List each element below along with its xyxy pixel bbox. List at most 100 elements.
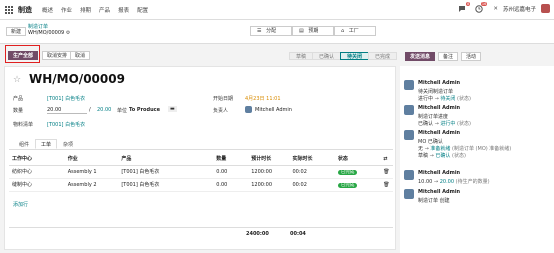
stage-confirmed[interactable]: 已确认	[312, 52, 342, 60]
send-message-button[interactable]: 发送消息	[405, 52, 436, 61]
message-author[interactable]: Mitchell Admin	[418, 189, 460, 195]
company-name[interactable]: 苏州远嘉电子	[503, 5, 536, 13]
activity-button[interactable]: 活动	[461, 52, 482, 61]
tab-components[interactable]: 组件	[13, 139, 35, 149]
table-row[interactable]: 纺织中心 Assembly 1 [T001] 白色毛衣 0.00 1200:00…	[9, 165, 393, 179]
total-expected: 2400:00	[246, 231, 269, 237]
workorder-table: 工作中心 作业 产品 数量 预计时长 实际时长 状态 ⇄ 纺织中心 Assemb…	[9, 153, 393, 192]
col-status[interactable]: 状态	[334, 153, 381, 166]
col-workcenter[interactable]: 工作中心	[9, 153, 65, 166]
arrow-right-icon: →	[433, 179, 439, 185]
trash-icon[interactable]: 🗑	[380, 165, 393, 179]
arrow-right-icon: →	[434, 121, 439, 127]
menu-item-configuration[interactable]: 配置	[137, 6, 148, 14]
menu-item-overview[interactable]: 概述	[42, 6, 53, 14]
gear-icon[interactable]: ⚙	[66, 30, 70, 36]
new-value: 待关闭	[440, 96, 456, 102]
messages-icon[interactable]: 8	[458, 1, 471, 13]
top-navbar: 制造 概述 作业 排期 产品 报表 配置 8 16 ✕ 苏州远嘉电子	[0, 0, 554, 20]
col-expected-duration[interactable]: 预计时长	[248, 153, 290, 166]
expected-smart-button[interactable]: ▤ 预期	[292, 26, 334, 36]
col-quantity[interactable]: 数量	[213, 153, 249, 166]
breadcrumb-current: WH/MO/00009 ⚙	[28, 30, 70, 36]
tracking-value: 无 → 准备就绪 (制造订单 (MO) 准备就绪)	[418, 145, 511, 152]
produce-icon[interactable]: ▬	[168, 106, 177, 112]
app-name[interactable]: 制造	[18, 5, 32, 15]
new-value: 20.00	[439, 179, 455, 185]
start-date-label: 开始日期	[213, 96, 234, 102]
tab-misc[interactable]: 杂项	[57, 139, 79, 149]
message-body: 制造订单 创建	[418, 198, 450, 204]
message-author[interactable]: Mitchell Admin	[418, 80, 460, 86]
table-row[interactable]: 缝制中心 Assembly 2 [T001] 白色毛衣 0.00 1200:00…	[9, 178, 393, 192]
new-button[interactable]: 新建	[6, 27, 27, 36]
cell-product: [T001] 白色毛衣	[118, 165, 214, 179]
star-icon[interactable]: ☆	[13, 75, 21, 85]
bom-label: 物料清单	[13, 122, 34, 128]
cell-workcenter: 缝制中心	[9, 178, 65, 192]
highlight-box	[5, 45, 40, 63]
menu-item-operations[interactable]: 作业	[61, 6, 72, 14]
allocation-smart-button[interactable]: ☰ 分配	[250, 26, 292, 36]
cell-workcenter: 纺织中心	[9, 165, 65, 179]
breadcrumb-parent[interactable]: 制造订单	[28, 23, 48, 30]
menu-item-products[interactable]: 产品	[99, 6, 110, 14]
workcenter-smart-button[interactable]: ⌂ 工厂	[334, 26, 376, 36]
menu-item-planning[interactable]: 排期	[80, 6, 91, 14]
cell-quantity: 0.00	[213, 178, 249, 192]
avatar	[404, 189, 414, 199]
column-settings-icon[interactable]: ⇄	[380, 153, 393, 166]
message-author[interactable]: Mitchell Admin	[418, 170, 460, 176]
user-avatar[interactable]	[541, 4, 550, 13]
quantity-separator: /	[89, 107, 91, 113]
cell-operation: Assembly 2	[64, 178, 119, 192]
quantity-total-field[interactable]: 20.00	[97, 107, 111, 113]
cancel-button[interactable]: 取消	[70, 51, 91, 60]
responsible-avatar	[245, 106, 252, 113]
unplan-button[interactable]: 取消安排	[42, 51, 73, 60]
add-line-link[interactable]: 添加行	[13, 201, 28, 208]
message-author[interactable]: Mitchell Admin	[418, 130, 460, 136]
quantity-done-field[interactable]: 20.00	[47, 107, 87, 114]
menu-item-reporting[interactable]: 报表	[118, 6, 129, 14]
avatar	[404, 130, 414, 140]
trash-icon[interactable]: 🗑	[380, 178, 393, 192]
tracking-value: 草稿 → 已确认 (状态)	[418, 152, 466, 159]
cell-status: 已完成	[334, 165, 381, 179]
avatar	[404, 105, 414, 115]
stage-to-close[interactable]: 待关闭	[340, 52, 370, 60]
col-operation[interactable]: 作业	[64, 153, 119, 166]
notebook-tabs: 组件 工单 杂项	[13, 139, 79, 149]
cell-operation: Assembly 1	[64, 165, 119, 179]
allocation-label: 分配	[266, 28, 277, 34]
quantity-label: 数量	[13, 108, 24, 114]
message-author[interactable]: Mitchell Admin	[418, 105, 460, 111]
status-bar: 草稿 已确认 待关闭 已完成	[289, 52, 398, 60]
activity-clock-icon[interactable]: 16	[475, 1, 488, 13]
table-header-row: 工作中心 作业 产品 数量 预计时长 实际时长 状态 ⇄	[9, 153, 393, 166]
bom-field[interactable]: [T001] 白色毛衣	[47, 121, 85, 128]
apps-menu-icon[interactable]	[4, 5, 14, 15]
field-name: (状态)	[457, 96, 471, 102]
stage-done[interactable]: 已完成	[368, 52, 398, 60]
old-value: 草稿	[418, 153, 429, 159]
start-date-field[interactable]: 4月23日 11:01	[245, 95, 281, 102]
product-field[interactable]: [T001] 白色毛衣	[47, 95, 85, 102]
col-product[interactable]: 产品	[118, 153, 214, 166]
expected-icon: ▤	[299, 28, 304, 34]
col-real-duration[interactable]: 实际时长	[289, 153, 335, 166]
message-body: MO 已确认	[418, 139, 443, 145]
expected-label: 预期	[308, 28, 319, 34]
record-title: WH/MO/00009	[29, 72, 125, 86]
message-body: 制造订单进度	[418, 114, 449, 120]
close-icon[interactable]: ✕	[493, 6, 498, 12]
cell-expected: 1200:00	[248, 165, 290, 179]
record-name: WH/MO/00009	[28, 30, 65, 36]
stage-draft[interactable]: 草稿	[289, 52, 314, 60]
tab-workorders[interactable]: 工单	[35, 139, 58, 149]
responsible-field[interactable]: Mitchell Admin	[255, 107, 292, 113]
cell-status: 已完成	[334, 178, 381, 192]
avatar	[404, 170, 414, 180]
log-note-button[interactable]: 备注	[438, 52, 459, 61]
uom-field[interactable]: To Produce	[129, 107, 160, 113]
